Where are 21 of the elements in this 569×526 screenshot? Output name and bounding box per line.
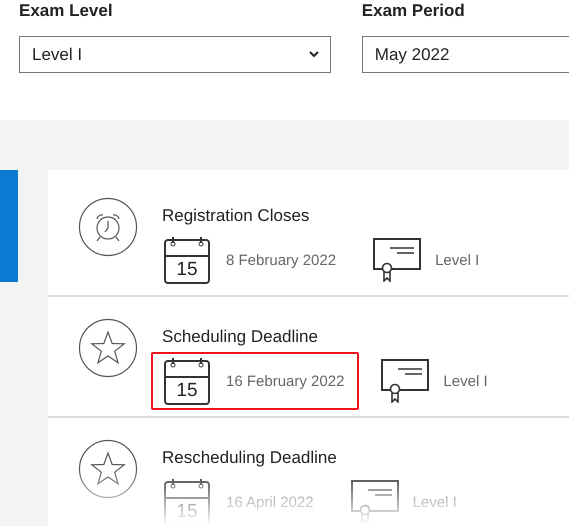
event-title: Registration Closes	[162, 206, 310, 226]
exam-level: Level I	[443, 372, 488, 390]
field-label: Exam Period	[362, 0, 466, 22]
event-title: Rescheduling Deadline	[162, 448, 338, 468]
event-date: 16 February 2022	[226, 372, 344, 390]
event-date: 16 April 2022	[226, 494, 314, 510]
certificate-icon	[350, 480, 399, 524]
exam-level: Level I	[435, 252, 480, 268]
alarm-icon	[78, 197, 138, 257]
chevron-down-icon	[308, 51, 319, 58]
calendar-icon: 15	[164, 357, 210, 405]
certificate-icon	[373, 238, 422, 282]
level-dropdown[interactable]: Level I	[19, 36, 331, 73]
certificate-icon	[381, 359, 430, 403]
event-date: 8 February 2022	[226, 252, 336, 268]
exam-level: Level I	[412, 494, 457, 510]
calendar-icon: 15	[164, 236, 210, 284]
period-field[interactable]: May 2022	[362, 36, 569, 73]
calendar-icon: 15	[164, 478, 210, 526]
event-title: Scheduling Deadline	[162, 327, 319, 347]
field-label: Exam Level	[19, 0, 114, 22]
